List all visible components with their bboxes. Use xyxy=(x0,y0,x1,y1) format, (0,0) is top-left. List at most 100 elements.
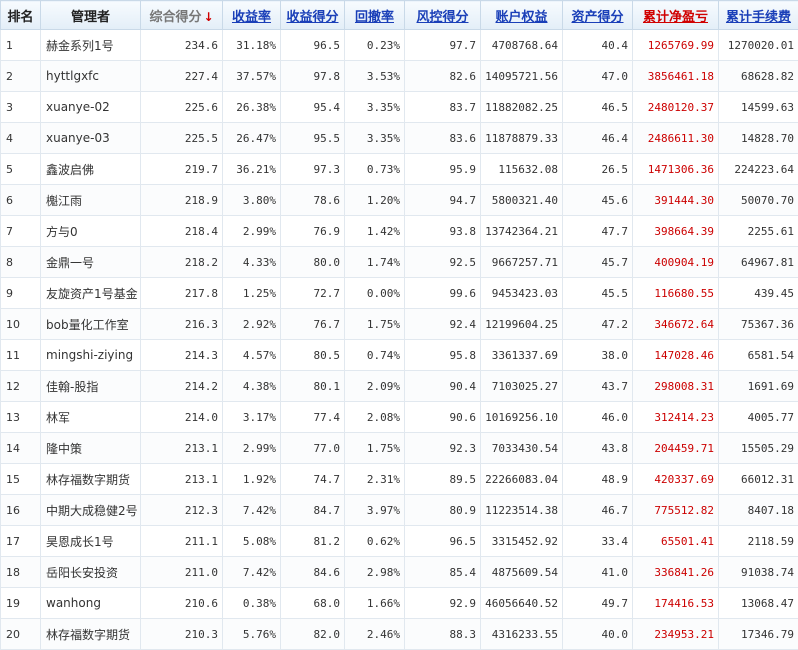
cell-drawdown: 0.23% xyxy=(345,30,405,61)
cell-drawdown: 2.08% xyxy=(345,402,405,433)
cell-return-score: 81.2 xyxy=(281,526,345,557)
cell-manager: hyttlgxfc xyxy=(41,61,141,92)
cell-return-score: 78.6 xyxy=(281,185,345,216)
cell-cum-fee: 14828.70 xyxy=(719,123,798,154)
cell-risk-score: 83.7 xyxy=(405,92,481,123)
cell-rank: 19 xyxy=(1,588,41,619)
cell-score: 211.0 xyxy=(141,557,223,588)
cell-cum-pnl: 2486611.30 xyxy=(633,123,719,154)
cell-cum-fee: 64967.81 xyxy=(719,247,798,278)
cell-asset-score: 47.2 xyxy=(563,309,633,340)
cell-risk-score: 94.7 xyxy=(405,185,481,216)
cell-drawdown: 3.35% xyxy=(345,92,405,123)
cell-cum-pnl: 420337.69 xyxy=(633,464,719,495)
cell-equity: 7033430.54 xyxy=(481,433,563,464)
header-drawdown[interactable]: 回撤率 xyxy=(345,1,405,30)
header-score[interactable]: 综合得分↓ xyxy=(141,1,223,30)
cell-cum-fee: 75367.36 xyxy=(719,309,798,340)
cell-cum-fee: 224223.64 xyxy=(719,154,798,185)
cell-drawdown: 1.75% xyxy=(345,433,405,464)
cell-asset-score: 38.0 xyxy=(563,340,633,371)
header-asset-score[interactable]: 资产得分 xyxy=(563,1,633,30)
header-return-score[interactable]: 收益得分 xyxy=(281,1,345,30)
cell-return-score: 95.5 xyxy=(281,123,345,154)
cell-risk-score: 92.5 xyxy=(405,247,481,278)
cell-risk-score: 93.8 xyxy=(405,216,481,247)
cell-score: 227.4 xyxy=(141,61,223,92)
cell-equity: 9453423.03 xyxy=(481,278,563,309)
cell-cum-pnl: 391444.30 xyxy=(633,185,719,216)
cell-return-score: 80.1 xyxy=(281,371,345,402)
cell-rank: 17 xyxy=(1,526,41,557)
header-cum-fee[interactable]: 累计手续费 xyxy=(719,1,798,30)
header-risk-score[interactable]: 风控得分 xyxy=(405,1,481,30)
cell-rank: 10 xyxy=(1,309,41,340)
table-row: 12佳翰-股指214.24.38%80.12.09%90.47103025.27… xyxy=(1,371,798,402)
cell-asset-score: 45.5 xyxy=(563,278,633,309)
cell-score: 218.9 xyxy=(141,185,223,216)
cell-rank: 15 xyxy=(1,464,41,495)
cell-asset-score: 47.0 xyxy=(563,61,633,92)
cell-drawdown: 1.74% xyxy=(345,247,405,278)
cell-return-rate: 4.57% xyxy=(223,340,281,371)
cell-asset-score: 46.7 xyxy=(563,495,633,526)
cell-equity: 11878879.33 xyxy=(481,123,563,154)
header-cum-pnl[interactable]: 累计净盈亏 xyxy=(633,1,719,30)
cell-drawdown: 0.00% xyxy=(345,278,405,309)
cell-risk-score: 90.6 xyxy=(405,402,481,433)
cell-equity: 3361337.69 xyxy=(481,340,563,371)
table-row: 4xuanye-03225.526.47%95.53.35%83.6118788… xyxy=(1,123,798,154)
header-equity[interactable]: 账户权益 xyxy=(481,1,563,30)
cell-equity: 11882082.25 xyxy=(481,92,563,123)
cell-return-score: 72.7 xyxy=(281,278,345,309)
cell-return-score: 80.5 xyxy=(281,340,345,371)
cell-return-rate: 7.42% xyxy=(223,557,281,588)
table-row: 7方与0218.42.99%76.91.42%93.813742364.2147… xyxy=(1,216,798,247)
table-row: 14隆中策213.12.99%77.01.75%92.37033430.5443… xyxy=(1,433,798,464)
cell-asset-score: 43.8 xyxy=(563,433,633,464)
cell-return-score: 84.6 xyxy=(281,557,345,588)
cell-risk-score: 83.6 xyxy=(405,123,481,154)
table-row: 13林军214.03.17%77.42.08%90.610169256.1046… xyxy=(1,402,798,433)
cell-cum-fee: 2118.59 xyxy=(719,526,798,557)
cell-score: 225.6 xyxy=(141,92,223,123)
cell-score: 216.3 xyxy=(141,309,223,340)
cell-return-rate: 1.25% xyxy=(223,278,281,309)
table-row: 17昊恩成长1号211.15.08%81.20.62%96.53315452.9… xyxy=(1,526,798,557)
cell-drawdown: 2.98% xyxy=(345,557,405,588)
cell-cum-pnl: 775512.82 xyxy=(633,495,719,526)
cell-asset-score: 45.7 xyxy=(563,247,633,278)
cell-return-rate: 1.92% xyxy=(223,464,281,495)
cell-return-rate: 26.38% xyxy=(223,92,281,123)
cell-rank: 1 xyxy=(1,30,41,61)
header-score-label: 综合得分 xyxy=(149,10,201,25)
cell-score: 212.3 xyxy=(141,495,223,526)
cell-manager: wanhong xyxy=(41,588,141,619)
cell-equity: 9667257.71 xyxy=(481,247,563,278)
cell-drawdown: 0.73% xyxy=(345,154,405,185)
table-row: 18岳阳长安投资211.07.42%84.62.98%85.44875609.5… xyxy=(1,557,798,588)
cell-return-score: 95.4 xyxy=(281,92,345,123)
cell-manager: mingshi-ziying xyxy=(41,340,141,371)
cell-cum-fee: 68628.82 xyxy=(719,61,798,92)
cell-equity: 11223514.38 xyxy=(481,495,563,526)
cell-score: 234.6 xyxy=(141,30,223,61)
cell-score: 218.4 xyxy=(141,216,223,247)
cell-rank: 16 xyxy=(1,495,41,526)
cell-asset-score: 46.4 xyxy=(563,123,633,154)
table-row: 9友旋资产1号基金217.81.25%72.70.00%99.69453423.… xyxy=(1,278,798,309)
cell-score: 214.2 xyxy=(141,371,223,402)
cell-return-score: 74.7 xyxy=(281,464,345,495)
cell-risk-score: 90.4 xyxy=(405,371,481,402)
cell-manager: 佳翰-股指 xyxy=(41,371,141,402)
header-return-rate[interactable]: 收益率 xyxy=(223,1,281,30)
cell-risk-score: 96.5 xyxy=(405,526,481,557)
cell-drawdown: 1.42% xyxy=(345,216,405,247)
table-row: 19wanhong210.60.38%68.01.66%92.946056640… xyxy=(1,588,798,619)
cell-cum-fee: 8407.18 xyxy=(719,495,798,526)
sort-desc-icon[interactable]: ↓ xyxy=(203,10,213,24)
cell-manager: 友旋资产1号基金 xyxy=(41,278,141,309)
cell-cum-fee: 13068.47 xyxy=(719,588,798,619)
cell-equity: 12199604.25 xyxy=(481,309,563,340)
cell-equity: 4708768.64 xyxy=(481,30,563,61)
